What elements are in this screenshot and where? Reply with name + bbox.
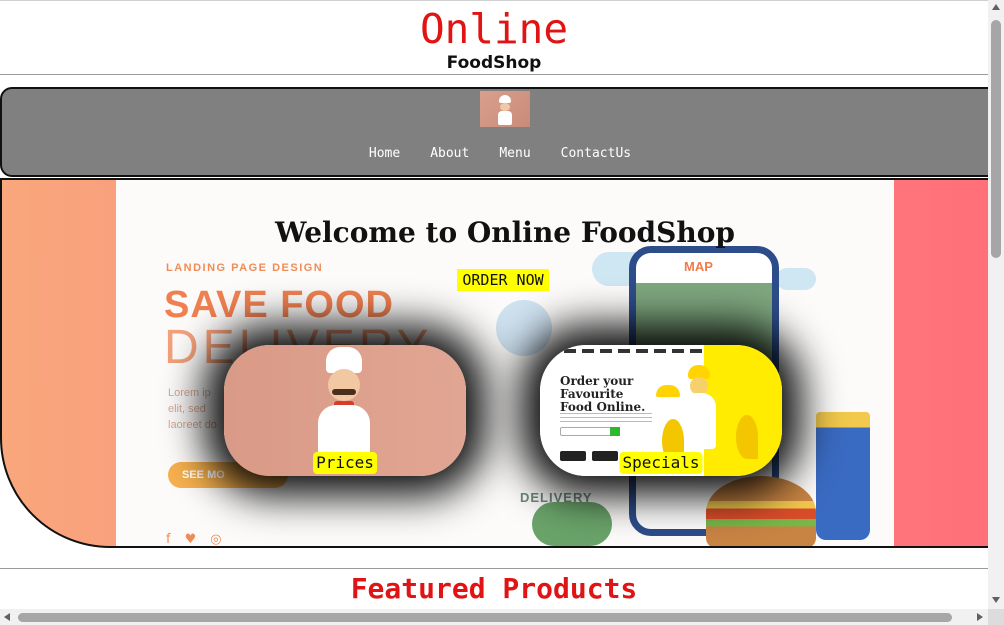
specials-inner-title: Order your Favourite Food Online. — [560, 374, 646, 414]
logo-chef-hat — [499, 95, 511, 103]
bg-drink-cup — [816, 412, 870, 540]
instagram-icon: ◎ — [210, 532, 236, 547]
bg-green-hand — [532, 502, 612, 546]
twitter-icon: ♥ — [184, 532, 211, 547]
bg-lorem-text: Lorem ip elit, sed laoreet do — [168, 385, 217, 433]
nav-link-about[interactable]: About — [430, 146, 469, 162]
vertical-scrollbar[interactable] — [988, 0, 1004, 609]
site-header: Online FoodShop — [0, 1, 988, 75]
facebook-icon: f — [166, 532, 185, 547]
specials-mini-go — [610, 427, 620, 436]
logo-chef-face — [500, 103, 510, 111]
prices-card[interactable]: Prices — [224, 345, 466, 476]
chef-logo-icon[interactable] — [480, 91, 530, 127]
site-title: Online — [419, 5, 569, 53]
bg-delivery-label: DELIVERY — [520, 490, 593, 505]
play-store-badge — [592, 451, 618, 461]
bg-lorem-line-2: elit, sed — [168, 403, 206, 415]
scroll-up-arrow-icon[interactable] — [992, 4, 1000, 10]
nav-link-contactus[interactable]: ContactUs — [561, 146, 631, 162]
scroll-down-arrow-icon[interactable] — [992, 597, 1000, 603]
app-store-badge — [560, 451, 586, 461]
logo-chef-body — [498, 111, 512, 125]
bg-lorem-line-1: Lorem ip — [168, 387, 211, 399]
featured-section: Featured Products — [0, 568, 988, 609]
specials-card[interactable]: Order your Favourite Food Online. Specia… — [540, 345, 782, 476]
bg-lorem-line-3: laoreet do — [168, 419, 217, 431]
hero-section: LANDING PAGE DESIGN SAVE FOOD DELIVERY L… — [0, 178, 988, 548]
chef-mustache — [332, 389, 356, 395]
bg-burger — [706, 476, 816, 546]
prices-label[interactable]: Prices — [313, 452, 377, 474]
scrollbar-corner — [988, 609, 1004, 625]
bg-cloud-decoration — [776, 268, 816, 290]
scroll-left-arrow-icon[interactable] — [4, 613, 10, 621]
page-viewport: Online FoodShop Home About Menu ContactU… — [0, 0, 988, 609]
bg-tag: LANDING PAGE DESIGN — [166, 262, 324, 274]
navbar: Home About Menu ContactUs — [0, 87, 988, 177]
horizontal-scroll-thumb[interactable] — [18, 613, 952, 622]
nav-links: Home About Menu ContactUs — [2, 146, 988, 162]
nav-link-menu[interactable]: Menu — [499, 146, 530, 162]
hero-title: Welcome to Online FoodShop — [275, 216, 735, 249]
vertical-scroll-thumb[interactable] — [991, 20, 1001, 258]
specials-label[interactable]: Specials — [619, 452, 703, 474]
featured-title: Featured Products — [350, 572, 638, 605]
order-now-button[interactable]: ORDER NOW — [457, 269, 549, 291]
bg-map-label: MAP — [684, 259, 713, 274]
bg-social-icons: f♥◎ — [166, 532, 236, 547]
chef-face — [328, 369, 360, 401]
horizontal-scrollbar[interactable] — [0, 609, 988, 625]
specials-mini-text — [560, 413, 652, 423]
nav-link-home[interactable]: Home — [369, 146, 400, 162]
cloche-icon — [656, 385, 680, 397]
leaf-decoration — [736, 415, 758, 459]
yellow-chef-body — [682, 393, 716, 449]
site-subtitle: FoodShop — [446, 53, 542, 73]
scroll-right-arrow-icon[interactable] — [977, 613, 983, 621]
